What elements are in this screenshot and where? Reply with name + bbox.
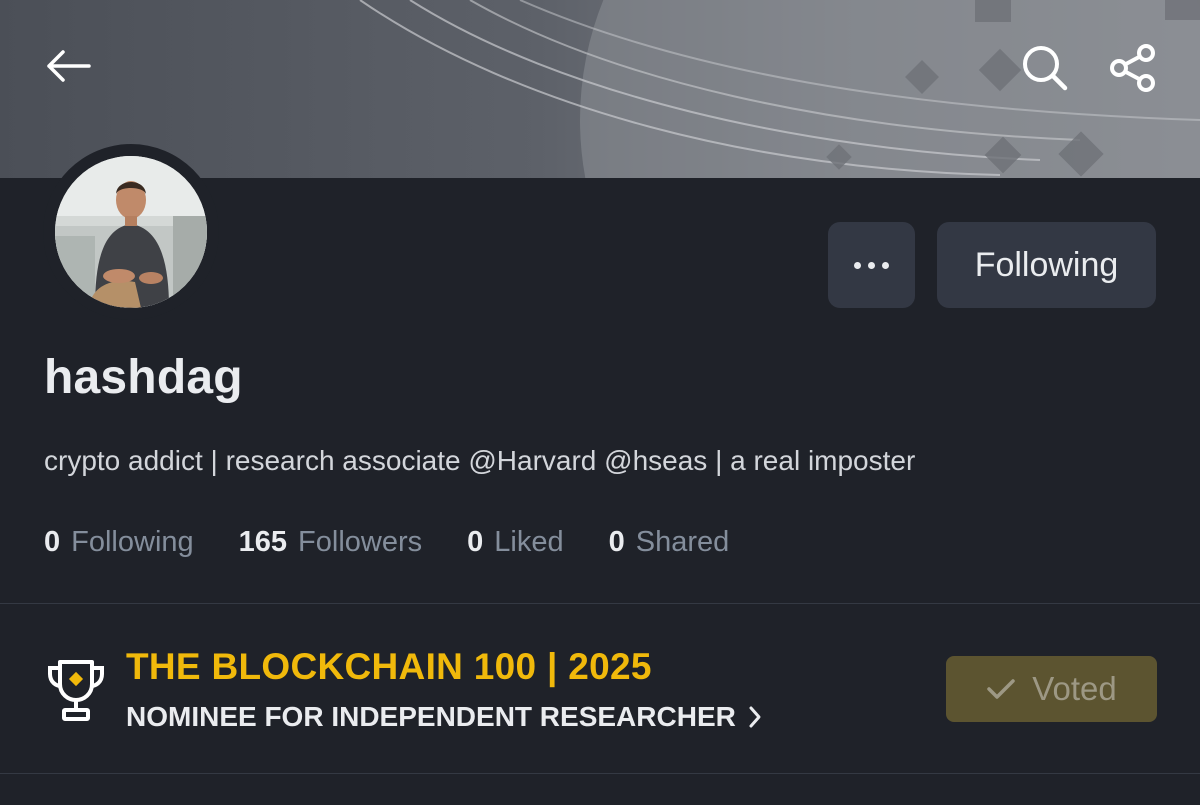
profile-page: Following hashdag crypto addict | resear… [0,0,1200,805]
avatar[interactable] [55,156,207,308]
stat-label: Shared [635,526,730,558]
trophy-icon [48,660,104,721]
profile-username: hashdag [44,351,243,404]
voted-label: Voted [1032,670,1117,707]
share-button[interactable] [1104,40,1162,96]
chevron-right-icon [748,705,762,729]
stat-liked[interactable]: 0 Liked [467,526,563,559]
avatar-photo [55,156,207,308]
stat-value: 0 [608,526,625,558]
check-icon [987,679,1016,699]
stat-value: 0 [44,526,61,558]
stat-label: Following [71,526,194,558]
profile-banner [0,0,1200,178]
search-icon [1023,46,1068,91]
stat-followers[interactable]: 165 Followers [239,526,422,559]
share-icon [1110,44,1155,92]
more-options-button[interactable] [828,222,915,308]
stat-value: 165 [238,526,288,558]
award-section[interactable]: THE BLOCKCHAIN 100 | 2025 NOMINEE FOR IN… [0,604,1200,773]
back-button[interactable] [40,40,96,92]
more-horizontal-icon-dot [868,261,875,269]
stat-label: Liked [494,526,564,558]
stat-following[interactable]: 0 Following [44,526,194,559]
stat-value: 0 [467,526,484,558]
stat-label: Followers [298,526,423,558]
profile-stats: 0 Following 165 Followers 0 Liked 0 Shar… [44,526,774,559]
stat-shared[interactable]: 0 Shared [609,526,730,559]
more-horizontal-icon-dot [854,261,861,269]
search-button[interactable] [1016,40,1074,96]
award-subtitle-text: NOMINEE FOR INDEPENDENT RESEARCHER [126,701,736,732]
section-divider [0,773,1200,774]
following-button[interactable]: Following [937,222,1156,308]
award-title: THE BLOCKCHAIN 100 | 2025 [126,646,652,687]
arrow-left-icon [47,50,91,82]
profile-bio: crypto addict | research associate @Harv… [44,445,916,476]
more-horizontal-icon-dot [882,261,889,269]
voted-button[interactable]: Voted [946,656,1157,722]
award-subtitle[interactable]: NOMINEE FOR INDEPENDENT RESEARCHER [126,701,762,733]
